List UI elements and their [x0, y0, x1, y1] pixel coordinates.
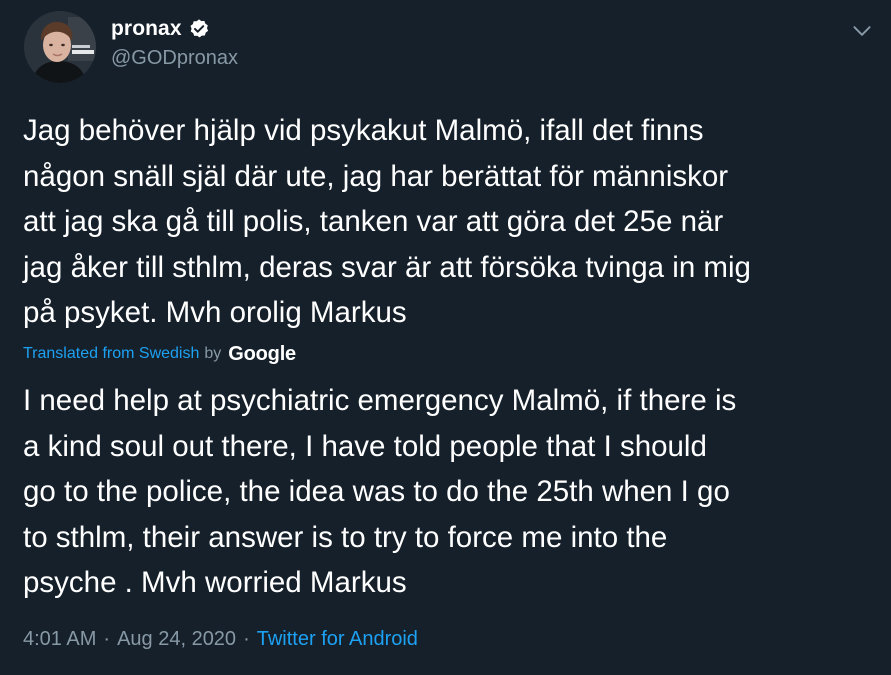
translated-from-link[interactable]: Translated from Swedish — [23, 345, 199, 363]
translation-by-label: by — [204, 345, 222, 362]
tweet-meta: 4:01 AM · Aug 24, 2020 · Twitter for And… — [23, 626, 418, 652]
translated-text-line: a kind soul out there, I have told peopl… — [23, 429, 707, 463]
tweet-time[interactable]: 4:01 AM — [23, 628, 96, 651]
tweet-card: pronax @GODpronax Jag behöver hjälp vid … — [0, 0, 891, 675]
user-name-row[interactable]: pronax — [111, 14, 210, 44]
tweet-translated-text: I need help at psychiatric emergency Mal… — [23, 378, 873, 606]
translated-text-line: go to the police, the idea was to do the… — [23, 475, 730, 508]
chevron-down-icon[interactable] — [849, 18, 875, 44]
translation-notice: Translated from Swedish by Google — [23, 341, 296, 367]
tweet-text-line: att jag ska gå till polis, tanken var at… — [23, 205, 724, 238]
display-name[interactable]: pronax — [111, 17, 182, 41]
tweet-source-link[interactable]: Twitter for Android — [257, 628, 418, 651]
verified-badge-icon — [190, 19, 208, 38]
tweet-text-line: någon snäll själ där ute, jag har berätt… — [23, 159, 729, 193]
tweet-text-line: på psyket. Mvh orolig Markus — [23, 296, 407, 329]
meta-separator: · — [243, 627, 250, 650]
tweet-text-line: jag åker till sthlm, deras svar är att f… — [23, 250, 751, 284]
meta-separator: · — [103, 627, 111, 650]
tweet-text-line: Jag behöver hjälp vid psykakut Malmö, if… — [23, 114, 704, 147]
user-handle[interactable]: @GODpronax — [111, 47, 238, 70]
translated-text-line: psyche . Mvh worried Markus — [23, 566, 407, 599]
google-logo: Google — [228, 342, 296, 365]
profile-photo-icon — [24, 11, 96, 83]
translated-text-line: to sthlm, their answer is to try to forc… — [23, 520, 668, 554]
translated-text-line: I need help at psychiatric emergency Mal… — [23, 384, 737, 417]
tweet-original-text: Jag behöver hjälp vid psykakut Malmö, if… — [23, 108, 873, 336]
avatar[interactable] — [24, 11, 96, 83]
tweet-date[interactable]: Aug 24, 2020 — [117, 628, 236, 651]
